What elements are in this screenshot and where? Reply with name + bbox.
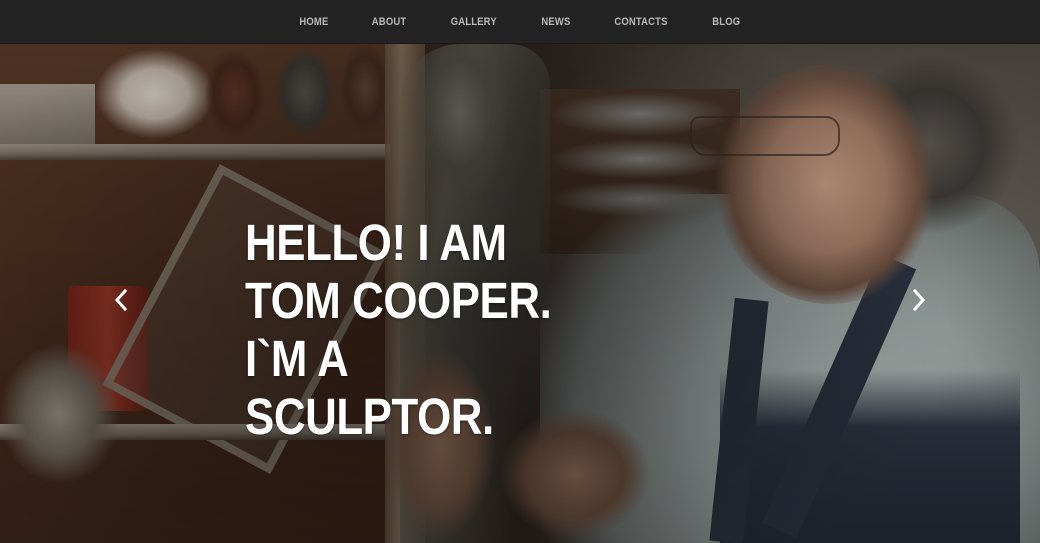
hero-title: HELLO! I AM TOM COOPER. I`M A SCULPTOR.: [245, 214, 552, 445]
nav-item-about[interactable]: ABOUT: [355, 0, 422, 44]
nav-item-contacts[interactable]: CONTACTS: [598, 0, 684, 44]
main-nav: HOME ABOUT GALLERY NEWS CONTACTS BLOG: [0, 0, 1040, 44]
chevron-left-icon: [114, 289, 128, 311]
nav-item-gallery[interactable]: GALLERY: [434, 0, 513, 44]
chevron-right-icon: [912, 289, 926, 311]
nav-item-news[interactable]: NEWS: [525, 0, 587, 44]
nav-item-blog[interactable]: BLOG: [696, 0, 757, 44]
hero-slider: HELLO! I AM TOM COOPER. I`M A SCULPTOR.: [0, 44, 1040, 543]
slider-next-button[interactable]: [906, 287, 932, 313]
slider-prev-button[interactable]: [108, 287, 134, 313]
nav-item-home[interactable]: HOME: [283, 0, 345, 44]
top-navbar: HOME ABOUT GALLERY NEWS CONTACTS BLOG: [0, 0, 1040, 44]
